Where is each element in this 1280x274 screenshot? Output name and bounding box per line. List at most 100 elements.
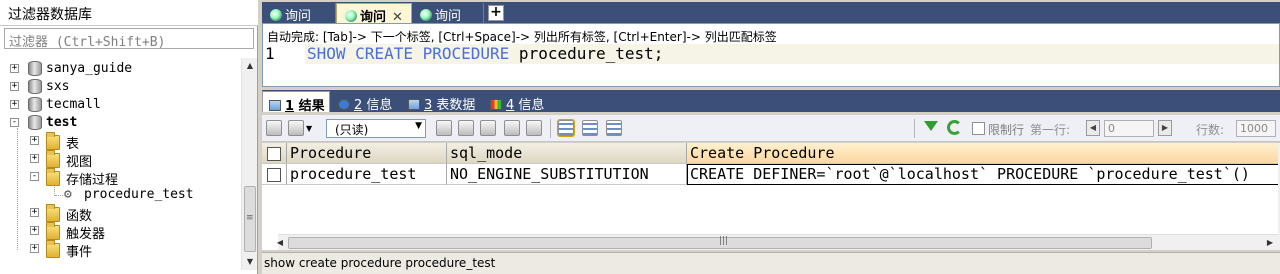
column-header[interactable]: Procedure: [287, 143, 447, 164]
sidebar-scrollbar[interactable]: ▲ ≡ ▼: [241, 58, 257, 270]
tree-item-events[interactable]: + 事件: [0, 240, 240, 260]
folder-icon: [46, 240, 60, 258]
tree-item-procedures[interactable]: - 存储过程: [0, 168, 240, 188]
text-view-icon[interactable]: [606, 120, 622, 136]
tree-item-triggers[interactable]: + 触发器: [0, 222, 240, 242]
expand-icon[interactable]: +: [30, 208, 39, 217]
grip-icon: ≡: [246, 213, 254, 223]
tree-item-label: 事件: [66, 245, 93, 260]
table-cell[interactable]: NO_ENGINE_SUBSTITUTION: [447, 164, 687, 185]
tree-item-label: procedure_test: [84, 187, 194, 202]
scroll-thumb[interactable]: ≡: [244, 186, 256, 252]
toolbar-divider: [914, 119, 915, 138]
save-icon[interactable]: [480, 120, 496, 136]
tab-query-1[interactable]: 询问: [262, 3, 336, 24]
tree-guide-line: [55, 195, 63, 196]
select-value: (只读): [335, 123, 369, 137]
expand-icon[interactable]: +: [10, 64, 19, 73]
add-row-icon[interactable]: [266, 120, 282, 136]
tree-item-functions[interactable]: + 函数: [0, 204, 240, 224]
status-bar: show create procedure procedure_test: [262, 252, 1280, 274]
tree-item-tables[interactable]: + 表: [0, 132, 240, 152]
expand-icon[interactable]: +: [30, 136, 39, 145]
sql-identifier: procedure_test;: [509, 44, 664, 63]
toolbar-divider: [550, 119, 551, 138]
tab-query-3[interactable]: 询问: [412, 3, 484, 24]
tab-table-data[interactable]: 3 表数据: [402, 91, 484, 113]
sidebar-title: 过滤器数据库: [0, 0, 258, 26]
duplicate-icon[interactable]: [458, 120, 474, 136]
tab-query-2[interactable]: 询问 ✕: [336, 3, 412, 25]
expand-icon[interactable]: +: [10, 82, 19, 91]
line-number: 1: [265, 44, 275, 63]
tree-item-test[interactable]: - test: [0, 114, 240, 132]
add-tab-button[interactable]: +: [488, 5, 504, 21]
tree-item-views[interactable]: + 视图: [0, 150, 240, 170]
delete-icon[interactable]: [504, 120, 520, 136]
tab-number: 1: [285, 99, 295, 114]
filter-icon[interactable]: [924, 121, 938, 131]
tree-item-sanya-guide[interactable]: + sanya_guide: [0, 60, 240, 78]
scroll-up-icon[interactable]: ▲: [242, 58, 258, 74]
form-view-icon[interactable]: [582, 120, 598, 136]
save-grid-icon[interactable]: [288, 120, 304, 136]
expand-icon[interactable]: +: [30, 226, 39, 235]
tree-item-sxs[interactable]: + sxs: [0, 78, 240, 96]
grid-view-icon[interactable]: [557, 119, 575, 137]
tree-item-label: sxs: [46, 79, 70, 94]
scroll-left-icon[interactable]: ◀: [272, 235, 288, 251]
tab-result[interactable]: 1 结果: [262, 91, 330, 114]
chevron-down-icon[interactable]: ▼: [306, 124, 312, 133]
database-icon: [28, 79, 42, 94]
read-only-select[interactable]: (只读) ▼: [326, 119, 426, 138]
row-count-field[interactable]: 1000: [1236, 120, 1276, 137]
query-editor[interactable]: 自动完成: [Tab]-> 下一个标签, [Ctrl+Space]-> 列出所有…: [262, 23, 1280, 87]
select-all-checkbox[interactable]: [267, 147, 281, 161]
info-icon: [338, 99, 350, 110]
cancel-icon[interactable]: [526, 120, 542, 136]
query-icon: [420, 9, 432, 21]
expand-icon[interactable]: +: [30, 154, 39, 163]
folder-icon: [46, 150, 60, 168]
table-cell[interactable]: CREATE DEFINER=`root`@`localhost` PROCED…: [687, 164, 1280, 185]
database-icon: [28, 115, 42, 130]
scroll-right-icon[interactable]: ▶: [1262, 235, 1278, 251]
next-page-icon[interactable]: ▶: [1158, 120, 1172, 136]
result-grid-icon: [269, 100, 281, 111]
first-row-label: 第一行:: [1030, 123, 1071, 137]
refresh-icon[interactable]: [947, 120, 962, 135]
sql-code-line[interactable]: SHOW CREATE PROCEDURE procedure_test;: [307, 44, 663, 63]
limit-rows-checkbox[interactable]: [972, 122, 985, 135]
query-tab-bar: 询问 询问 ✕ 询问 +: [262, 2, 1280, 25]
tab-label: 信息: [362, 98, 393, 113]
table-cell[interactable]: procedure_test: [287, 164, 447, 185]
tab-info[interactable]: 2 信息: [332, 91, 400, 113]
query-icon: [345, 10, 357, 22]
tree-item-label: test: [46, 115, 78, 130]
insert-icon[interactable]: [436, 120, 452, 136]
column-header[interactable]: sql_mode: [447, 143, 687, 164]
expand-icon[interactable]: +: [30, 244, 39, 253]
tree-item-procedure-test[interactable]: ⚙ procedure_test: [0, 186, 240, 204]
prev-page-icon[interactable]: ◀: [1086, 120, 1100, 136]
tree-item-label: tecmall: [46, 97, 101, 112]
row-checkbox[interactable]: [267, 168, 281, 182]
procedure-icon: ⚙: [64, 187, 72, 202]
row-count-label: 行数:: [1196, 123, 1225, 137]
filter-input[interactable]: 过滤器 (Ctrl+Shift+B): [4, 28, 254, 50]
query-icon: [270, 9, 282, 21]
tab-info-2[interactable]: 4 信息: [484, 91, 556, 113]
folder-icon: [46, 168, 60, 186]
scroll-thumb[interactable]: |||: [288, 236, 1152, 249]
collapse-icon[interactable]: -: [10, 118, 19, 127]
scroll-down-icon[interactable]: ▼: [242, 254, 258, 270]
collapse-icon[interactable]: -: [30, 172, 39, 181]
grid-horizontal-scrollbar[interactable]: ◀ ||| ▶: [277, 234, 1278, 251]
column-header[interactable]: Create Procedure: [687, 143, 1280, 164]
tree-item-tecmall[interactable]: + tecmall: [0, 96, 240, 114]
limit-rows-label: 限制行: [988, 123, 1025, 137]
expand-icon[interactable]: +: [10, 100, 19, 109]
tab-label: 询问: [435, 9, 462, 24]
tab-label: 询问: [285, 9, 312, 24]
first-row-field[interactable]: 0: [1104, 120, 1154, 137]
